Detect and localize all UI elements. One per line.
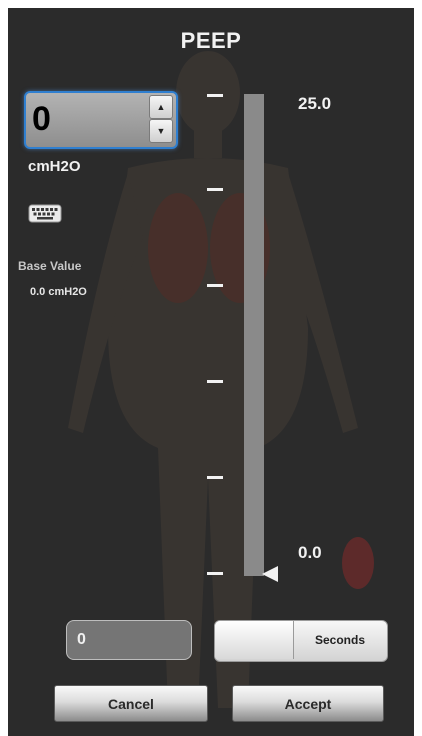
- slider-tick: [207, 188, 223, 191]
- slider-tick: [207, 572, 223, 575]
- slider-tick: [207, 380, 223, 383]
- slider-max-label: 25.0: [298, 94, 332, 113]
- slider-ticks: [207, 94, 223, 575]
- seconds-toggle[interactable]: Seconds: [214, 620, 388, 662]
- slider-tick: [207, 94, 223, 97]
- slider-tick: [207, 284, 223, 287]
- duration-input[interactable]: [66, 620, 192, 660]
- seconds-label: Seconds: [314, 633, 365, 647]
- accept-button[interactable]: Accept: [232, 685, 384, 722]
- toggle-knob[interactable]: [215, 621, 294, 659]
- triangle-pointer-icon: [262, 566, 278, 582]
- slider-track: [244, 94, 264, 576]
- cancel-button[interactable]: Cancel: [54, 685, 208, 722]
- slider-tick: [207, 476, 223, 479]
- slider-min-label: 0.0: [298, 543, 322, 562]
- peep-dialog: PEEP ▲ ▼ cmH2O Base Value 0.0 cmH2O: [8, 8, 414, 736]
